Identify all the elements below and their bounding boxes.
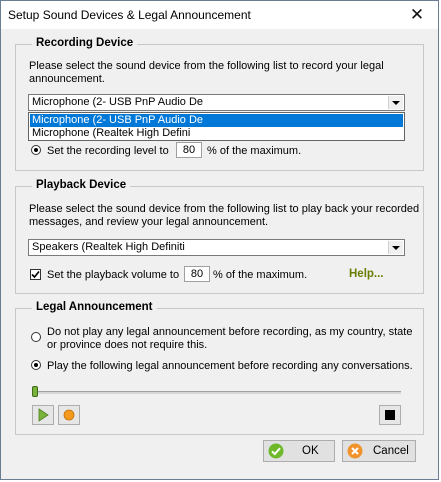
ok-button[interactable]: OK (263, 440, 335, 462)
window-title: Setup Sound Devices & Legal Announcement (8, 8, 251, 22)
chevron-down-icon[interactable] (388, 96, 403, 109)
playback-device-value: Speakers (Realtek High Definiti (32, 241, 185, 253)
recording-device-select[interactable]: Microphone (2- USB PnP Audio De (28, 94, 405, 111)
legal-announcement-legend: Legal Announcement (32, 301, 157, 313)
no-announcement-radio[interactable] (31, 332, 41, 342)
close-icon[interactable]: ✕ (404, 4, 430, 26)
stop-icon (385, 410, 395, 420)
announcement-progress-track[interactable] (34, 391, 401, 394)
record-icon (63, 409, 75, 421)
title-bar[interactable]: Setup Sound Devices & Legal Announcement… (1, 1, 438, 29)
play-announcement-label: Play the following legal announcement be… (47, 360, 413, 372)
recording-level-suffix: % of the maximum. (207, 145, 302, 157)
chevron-down-icon[interactable] (388, 241, 403, 254)
recording-instructions-line1: Please select the sound device from the … (29, 60, 384, 72)
recording-level-label: Set the recording level to (47, 145, 169, 157)
recording-level-radio[interactable] (31, 145, 41, 155)
recording-device-dropdown: Microphone (2- USB PnP Audio De Micropho… (28, 112, 405, 141)
recording-level-input[interactable]: 80 (176, 142, 202, 158)
playback-volume-input[interactable]: 80 (184, 266, 210, 282)
recording-device-option-usb[interactable]: Microphone (2- USB PnP Audio De (30, 114, 403, 127)
recording-device-legend: Recording Device (32, 37, 138, 49)
playback-volume-suffix: % of the maximum. (213, 269, 308, 281)
cancel-circle-icon (347, 443, 363, 459)
play-announcement-radio[interactable] (31, 360, 41, 370)
play-icon (38, 408, 49, 422)
ok-button-label: OK (302, 445, 319, 457)
playback-instructions-line2: messages, and review your legal announce… (29, 216, 269, 228)
checkmark-circle-icon (268, 443, 284, 459)
dialog-window: Setup Sound Devices & Legal Announcement… (0, 0, 439, 480)
checkmark-icon (31, 270, 40, 279)
playback-volume-checkbox[interactable] (30, 269, 41, 280)
help-link[interactable]: Help... (349, 268, 384, 280)
no-announcement-line1: Do not play any legal announcement befor… (47, 326, 413, 338)
play-button[interactable] (32, 405, 54, 425)
playback-instructions-line1: Please select the sound device from the … (29, 203, 420, 215)
announcement-progress-thumb[interactable] (32, 386, 38, 397)
recording-instructions-line2: announcement. (29, 73, 105, 85)
playback-device-select[interactable]: Speakers (Realtek High Definiti (28, 239, 405, 256)
playback-device-legend: Playback Device (32, 179, 131, 191)
no-announcement-line2: or province does not require this. (47, 339, 208, 351)
stop-button[interactable] (379, 405, 401, 425)
record-button[interactable] (58, 405, 80, 425)
recording-device-value: Microphone (2- USB PnP Audio De (32, 96, 203, 108)
recording-device-option-realtek[interactable]: Microphone (Realtek High Defini (30, 127, 403, 140)
playback-volume-label: Set the playback volume to (47, 269, 180, 281)
cancel-button-label: Cancel (373, 445, 409, 457)
cancel-button[interactable]: Cancel (342, 440, 416, 462)
